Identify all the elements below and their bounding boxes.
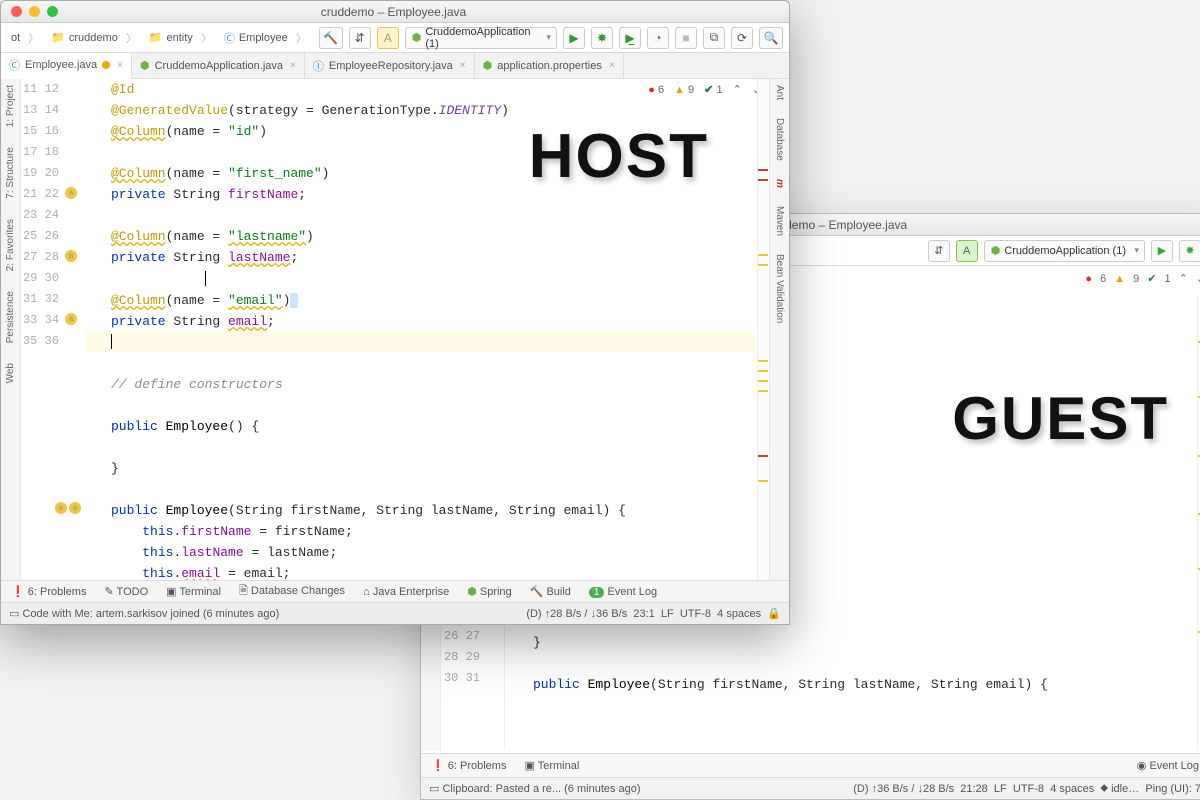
- problems-tool[interactable]: ❗ 6: Problems: [11, 585, 86, 598]
- left-tool[interactable]: 2: Favorites: [5, 219, 16, 271]
- editor-tabs: Ⓒ Employee.java × ⬢ CruddemoApplication.…: [1, 53, 789, 79]
- status-message: Code with Me: artem.sarkisov joined (6 m…: [22, 608, 279, 620]
- host-status-bar: ▭ Code with Me: artem.sarkisov joined (6…: [1, 602, 789, 624]
- debug-icon[interactable]: ✸: [1179, 240, 1200, 262]
- search-icon[interactable]: 🔍: [759, 27, 783, 49]
- warning-icon: ▲: [1114, 273, 1125, 285]
- close-tab-icon[interactable]: ×: [117, 60, 123, 71]
- lock-icon[interactable]: 🔒: [767, 607, 781, 620]
- gutter-mark-icon: a: [65, 313, 77, 325]
- nav-toolbar: ot 📁cruddemo 📁entity ⒸEmployee 🔨 ⇵ A ⬢Cr…: [1, 23, 789, 53]
- debug-icon[interactable]: ✸: [591, 27, 613, 49]
- host-overlay-label: HOST: [529, 121, 709, 192]
- tab-employee[interactable]: Ⓒ Employee.java ×: [1, 53, 132, 79]
- eventlog-tool[interactable]: ◉ Event Log: [1137, 759, 1199, 772]
- stop-icon[interactable]: ■: [675, 27, 697, 49]
- avatar-badge[interactable]: A: [377, 27, 399, 49]
- gutter-mark-icon: a: [65, 187, 77, 199]
- guest-toolwindow-bar: ❗ 6: Problems ▣ Terminal ◉ Event Log: [421, 753, 1200, 777]
- left-tool-strip: 1: Project 7: Structure 2: Favorites Per…: [1, 79, 21, 580]
- update-icon[interactable]: ⟳: [731, 27, 753, 49]
- tab-repo[interactable]: Ⓘ EmployeeRepository.java ×: [305, 53, 475, 78]
- close-icon: [11, 6, 22, 17]
- eventlog-tool[interactable]: 1 Event Log: [589, 586, 657, 598]
- guest-run-config[interactable]: ⬢ CruddemoApplication (1): [984, 240, 1145, 262]
- gutter-mark-icon: a: [65, 250, 77, 262]
- left-tool[interactable]: 7: Structure: [5, 147, 16, 199]
- zoom-icon: [47, 6, 58, 17]
- gutter-marks: a a a a a: [61, 79, 81, 580]
- close-tab-icon[interactable]: ×: [460, 60, 466, 71]
- dbchanges-tool[interactable]: 🗎 Database Changes: [239, 582, 345, 601]
- left-tool[interactable]: 1: Project: [5, 85, 16, 127]
- profile-icon[interactable]: ◔: [647, 27, 669, 49]
- gutter-mark-icon: a: [69, 502, 81, 514]
- guest-status-bar: ▭ Clipboard: Pasted a re... (6 minutes a…: [421, 777, 1200, 799]
- gutter-mark-icon: a: [55, 502, 67, 514]
- git-icon[interactable]: ⧉: [703, 27, 725, 49]
- hierarchy-icon[interactable]: ⇵: [928, 240, 950, 262]
- chevron-up-icon[interactable]: ⌃: [1179, 272, 1188, 285]
- error-icon: ●: [1085, 273, 1092, 285]
- breadcrumb[interactable]: 📁entity: [145, 30, 216, 46]
- host-toolwindow-bar: ❗ 6: Problems ✎ TODO ▣ Terminal 🗎 Databa…: [1, 580, 789, 602]
- run-config-select[interactable]: ⬢CruddemoApplication (1): [405, 27, 557, 49]
- hierarchy-icon[interactable]: ⇵: [349, 27, 371, 49]
- traffic-lights[interactable]: [1, 6, 58, 17]
- avatar-badge[interactable]: A: [956, 240, 978, 262]
- chevron-down-icon[interactable]: ⌄: [1196, 272, 1200, 285]
- close-tab-icon[interactable]: ×: [609, 60, 615, 71]
- terminal-tool[interactable]: ▣ Terminal: [166, 585, 221, 598]
- right-tool[interactable]: Maven: [774, 206, 785, 236]
- host-titlebar: cruddemo – Employee.java: [1, 1, 789, 23]
- error-stripe[interactable]: [757, 79, 769, 580]
- guest-status-msg: Clipboard: Pasted a re... (6 minutes ago…: [442, 783, 640, 795]
- build-icon[interactable]: 🔨: [319, 27, 343, 49]
- ok-icon: ✔: [1147, 272, 1156, 285]
- guest-overlay-label: GUEST: [952, 384, 1169, 453]
- left-tool[interactable]: Web: [5, 363, 16, 383]
- left-tool[interactable]: Persistence: [5, 291, 16, 343]
- breadcrumb[interactable]: 📁cruddemo: [47, 30, 141, 46]
- right-tool-strip: Ant Database m Maven Bean Validation: [769, 79, 789, 580]
- coverage-icon[interactable]: ▶̲: [619, 27, 641, 49]
- host-window: cruddemo – Employee.java ot 📁cruddemo 📁e…: [0, 0, 790, 625]
- tab-appprops[interactable]: ⬢ application.properties ×: [475, 53, 624, 78]
- right-tool[interactable]: Bean Validation: [774, 254, 785, 323]
- minimize-icon: [29, 6, 40, 17]
- breadcrumb[interactable]: ot: [7, 30, 43, 46]
- close-tab-icon[interactable]: ×: [290, 60, 296, 71]
- modified-dot-icon: [102, 61, 110, 69]
- run-icon[interactable]: ▶: [563, 27, 585, 49]
- run-icon[interactable]: ▶: [1151, 240, 1173, 262]
- problems-tool[interactable]: ❗ 6: Problems: [431, 759, 506, 772]
- guest-inspections: ●6 ▲9 ✔1 ⌃ ⌄: [1085, 272, 1200, 285]
- right-tool[interactable]: Ant: [774, 85, 785, 100]
- javaee-tool[interactable]: ⌂ Java Enterprise: [363, 586, 449, 598]
- todo-tool[interactable]: ✎ TODO: [104, 585, 148, 598]
- breadcrumb[interactable]: ⒸEmployee: [220, 30, 311, 46]
- tab-cruddemoapp[interactable]: ⬢ CruddemoApplication.java ×: [132, 53, 305, 78]
- spring-tool[interactable]: ⬢ Spring: [467, 585, 511, 598]
- build-tool[interactable]: 🔨 Build: [530, 585, 571, 598]
- right-tool[interactable]: Database: [774, 118, 785, 161]
- terminal-tool[interactable]: ▣ Terminal: [524, 759, 579, 772]
- window-title: cruddemo – Employee.java: [58, 5, 729, 19]
